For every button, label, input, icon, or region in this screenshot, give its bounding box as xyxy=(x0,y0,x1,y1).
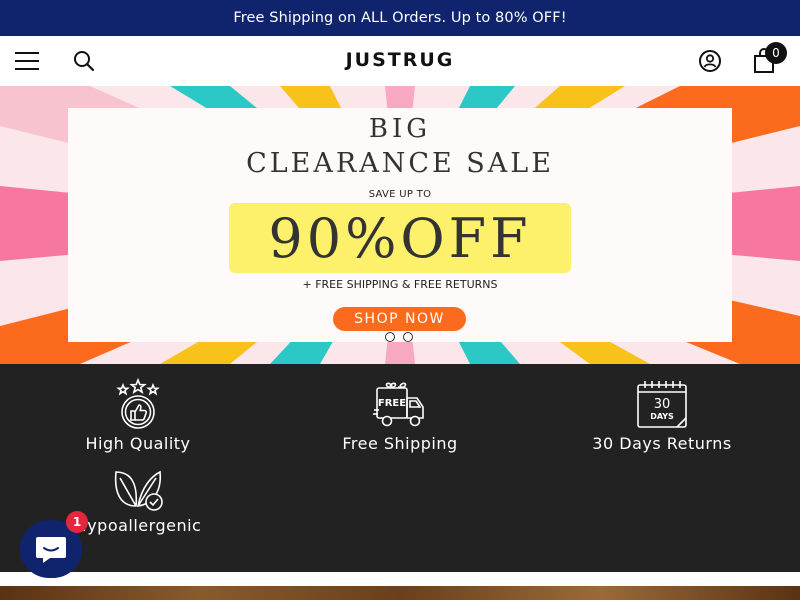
leaves-check-icon xyxy=(114,470,163,511)
chat-notification-badge: 1 xyxy=(66,511,88,533)
svg-text:FREE: FREE xyxy=(378,398,406,409)
feature-label: 30 Days Returns xyxy=(592,434,732,453)
feature-high-quality: High Quality xyxy=(38,378,238,453)
hero-headline-sale: CLEARANCE SALE xyxy=(246,148,554,179)
free-delivery-truck-icon: FREE xyxy=(373,382,424,427)
hero-banner[interactable]: BIG CLEARANCE SALE SAVE UP TO 90%OFF + F… xyxy=(0,86,800,364)
slider-dots xyxy=(385,332,413,342)
calendar-number: 30 xyxy=(654,397,671,412)
features-section: High Quality FREE Free Shipping 30 DAYS … xyxy=(0,364,800,572)
feature-30-days-returns: 30 DAYS 30 Days Returns xyxy=(562,380,762,453)
account-icon[interactable] xyxy=(698,49,722,73)
feature-label: Free Shipping xyxy=(342,434,458,453)
shop-now-button[interactable]: SHOP NOW xyxy=(333,307,466,331)
announcement-text: Free Shipping on ALL Orders. Up to 80% O… xyxy=(233,10,567,26)
hero-headline-big: BIG xyxy=(368,114,432,144)
calendar-unit: DAYS xyxy=(650,412,674,421)
announcement-bar: Free Shipping on ALL Orders. Up to 80% O… xyxy=(0,0,800,36)
site-logo[interactable]: JUSTRUG xyxy=(0,49,800,71)
hero-save-label: SAVE UP TO xyxy=(368,189,432,200)
cart-count-badge: 0 xyxy=(765,42,787,64)
next-section-image xyxy=(0,586,800,600)
feature-label: High Quality xyxy=(85,434,191,453)
chat-bubble-icon xyxy=(36,537,66,563)
feature-free-shipping: FREE Free Shipping xyxy=(300,380,500,453)
hero-extras: + FREE SHIPPING & FREE RETURNS xyxy=(302,278,498,291)
hero-discount: 90%OFF xyxy=(229,203,571,273)
calendar-30-days-icon: 30 DAYS xyxy=(637,381,687,428)
slider-dot-1[interactable] xyxy=(385,332,395,342)
site-header: JUSTRUG xyxy=(0,36,800,86)
stars-thumbs-up-icon xyxy=(116,378,160,429)
slider-dot-2[interactable] xyxy=(403,332,413,342)
